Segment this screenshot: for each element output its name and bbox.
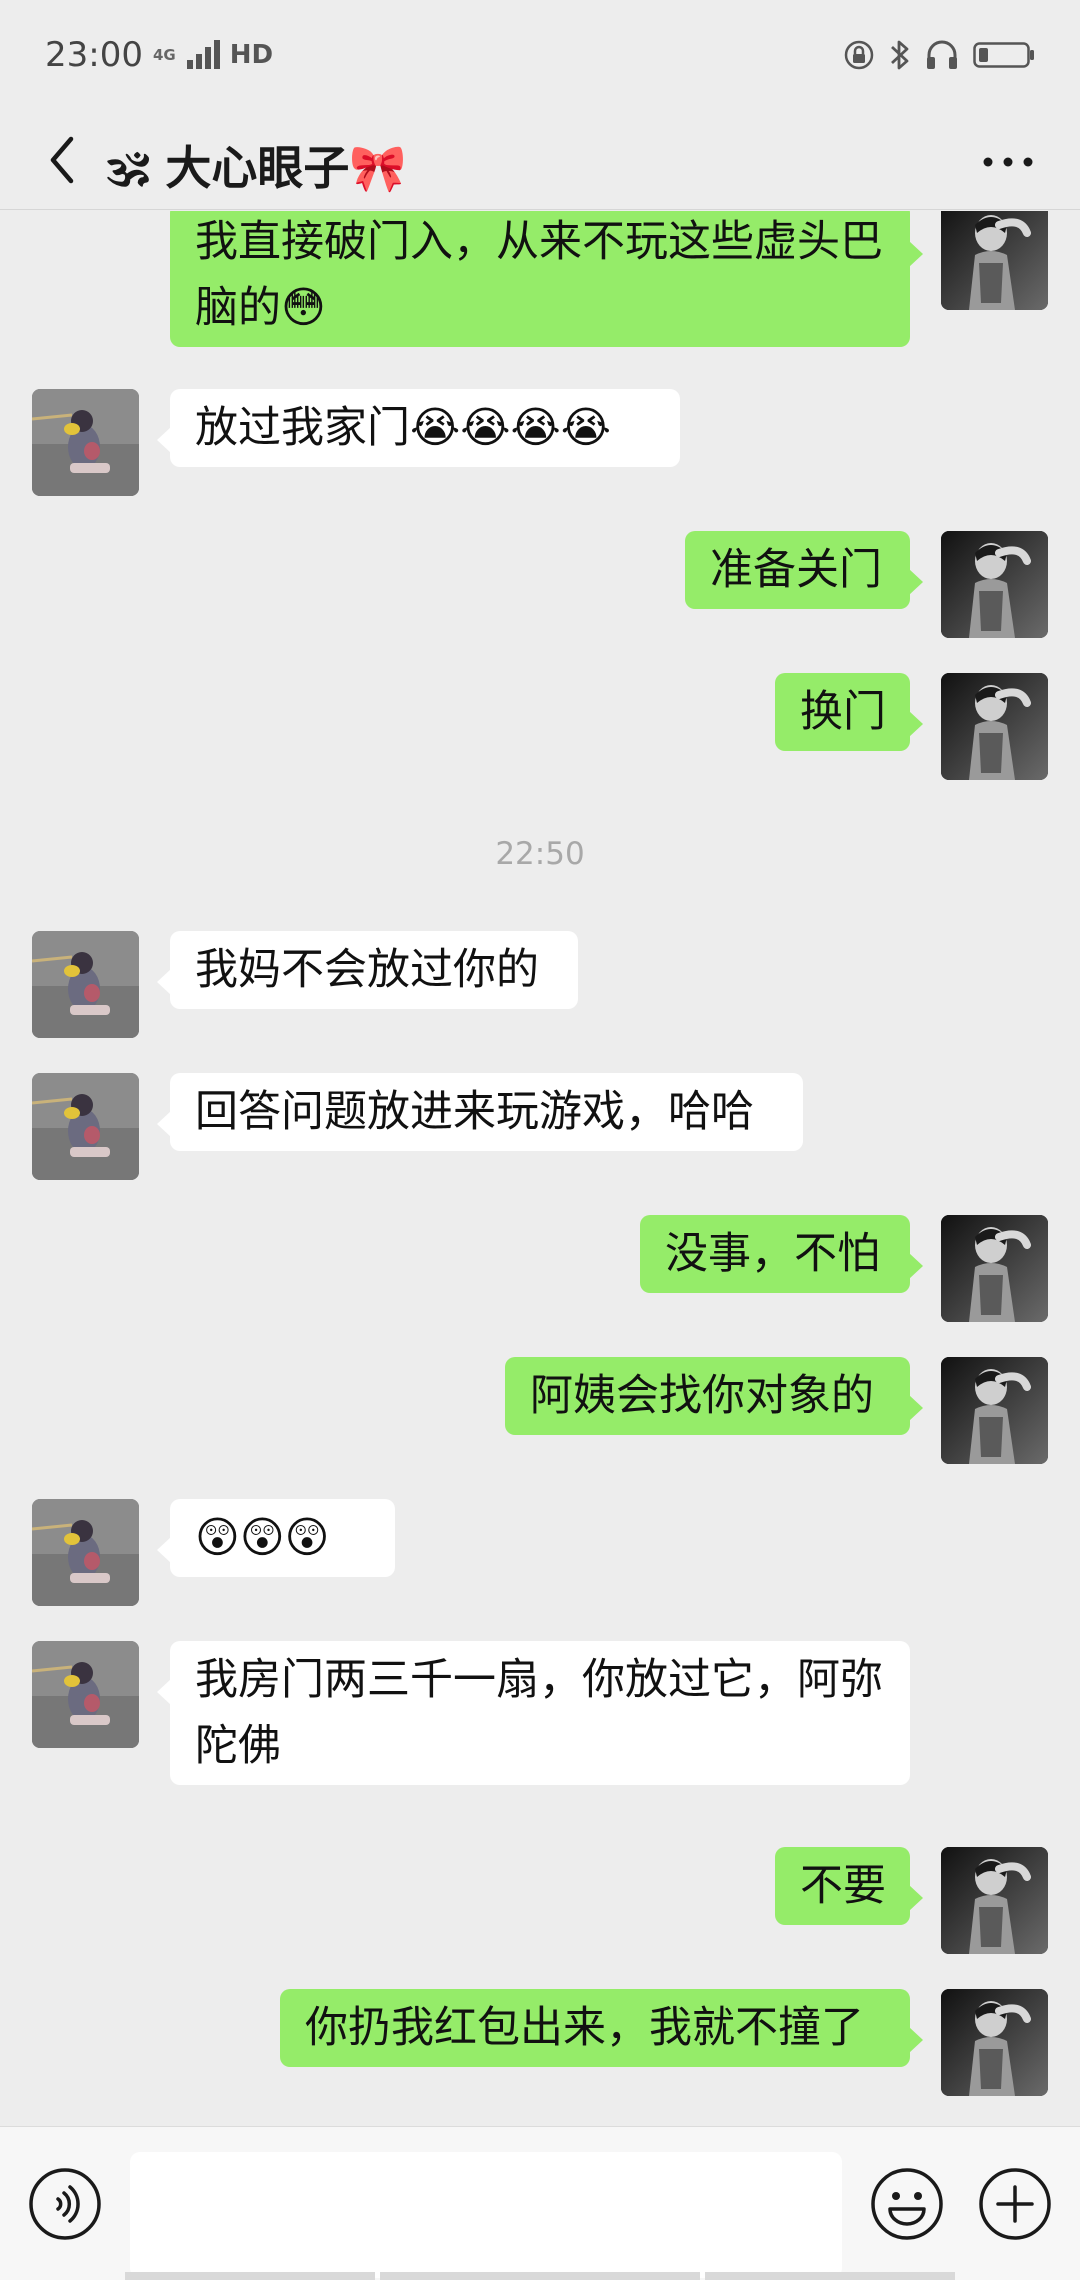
chat-screen: 23:00 4G HD 🕉 大心眼子🎀 我直接破门入，从来不玩这些虚头巴脑的😳 … xyxy=(0,0,1080,2280)
my-avatar[interactable] xyxy=(941,211,1048,310)
more-functions-button[interactable] xyxy=(978,2167,1052,2241)
status-right xyxy=(843,38,1035,72)
message-bubble[interactable]: 回答问题放进来玩游戏，哈哈 xyxy=(157,1073,803,1151)
chevron-left-icon xyxy=(50,136,74,184)
signal-icon xyxy=(186,40,220,70)
more-options-button[interactable] xyxy=(976,130,1040,194)
my-avatar[interactable] xyxy=(941,531,1048,638)
keyboard-strip xyxy=(125,2272,375,2280)
message-bubble[interactable]: 我房门两三千一扇，你放过它，阿弥陀佛 xyxy=(157,1641,910,1785)
message-bubble[interactable]: 没事，不怕 xyxy=(640,1215,923,1293)
status-left: 23:00 4G HD xyxy=(45,35,273,75)
message-bubble[interactable]: 阿姨会找你对象的 xyxy=(505,1357,923,1435)
status-time: 23:00 xyxy=(45,35,143,75)
message-bubble[interactable]: 😲😲😲 xyxy=(157,1499,395,1577)
keyboard-strip xyxy=(380,2272,700,2280)
message-input[interactable] xyxy=(130,2152,842,2278)
hd-icon: HD xyxy=(229,40,274,70)
keyboard-strip xyxy=(705,2272,955,2280)
plus-icon xyxy=(979,2168,1051,2240)
message-list[interactable]: 我直接破门入，从来不玩这些虚头巴脑的😳 放过我家门😭😭😭😭 准备关门换门 22:50 我… xyxy=(0,211,1080,2125)
message-bubble[interactable]: 你扔我红包出来，我就不撞了 xyxy=(280,1989,923,2067)
network-type-label: 4G xyxy=(152,46,176,64)
voice-button[interactable] xyxy=(28,2167,102,2241)
bluetooth-icon xyxy=(889,38,911,72)
more-dots-icon xyxy=(983,157,1033,167)
message-bubble[interactable]: 我直接破门入，从来不玩这些虚头巴脑的😳 xyxy=(170,211,923,347)
message-bubble[interactable]: 准备关门 xyxy=(685,531,923,609)
message-timestamp: 22:50 xyxy=(495,836,585,872)
chat-header: 🕉 大心眼子🎀 xyxy=(0,110,1080,210)
headphones-icon xyxy=(925,39,959,71)
contact-avatar[interactable] xyxy=(32,389,139,496)
my-avatar[interactable] xyxy=(941,673,1048,780)
voice-icon xyxy=(29,2168,101,2240)
message-bubble[interactable]: 不要 xyxy=(775,1847,923,1925)
lock-rotate-icon xyxy=(843,39,875,71)
my-avatar[interactable] xyxy=(941,1847,1048,1954)
my-avatar[interactable] xyxy=(941,1989,1048,2096)
contact-avatar[interactable] xyxy=(32,1499,139,1606)
status-bar: 23:00 4G HD xyxy=(0,0,1080,110)
emoji-icon xyxy=(871,2168,943,2240)
network-type-text: 4G xyxy=(152,46,176,64)
message-bubble[interactable]: 我妈不会放过你的 xyxy=(157,931,578,1009)
emoji-button[interactable] xyxy=(870,2167,944,2241)
contact-avatar[interactable] xyxy=(32,931,139,1038)
battery-icon xyxy=(973,40,1035,70)
input-bar xyxy=(0,2126,1080,2280)
my-avatar[interactable] xyxy=(941,1357,1048,1464)
contact-avatar[interactable] xyxy=(32,1641,139,1748)
contact-avatar[interactable] xyxy=(32,1073,139,1180)
chat-title[interactable]: 🕉 大心眼子🎀 xyxy=(108,132,407,198)
back-button[interactable] xyxy=(30,128,94,192)
message-bubble[interactable]: 放过我家门😭😭😭😭 xyxy=(157,389,680,467)
my-avatar[interactable] xyxy=(941,1215,1048,1322)
message-bubble[interactable]: 换门 xyxy=(775,673,923,751)
